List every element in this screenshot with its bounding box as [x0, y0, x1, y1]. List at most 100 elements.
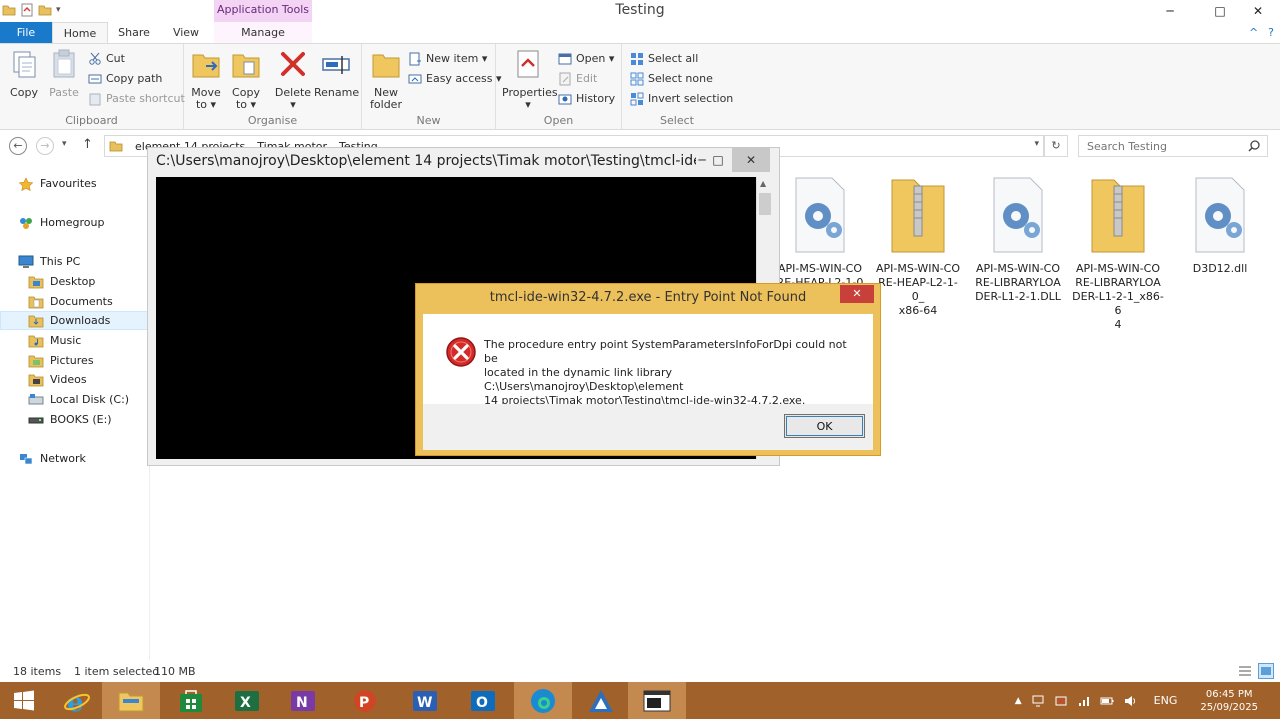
- paste-shortcut-button[interactable]: Paste shortcut: [88, 90, 185, 108]
- taskbar-internet-explorer[interactable]: e: [48, 682, 106, 719]
- folder-icon: [109, 141, 123, 152]
- nav-item-homegroup[interactable]: Homegroup: [0, 213, 148, 232]
- select-all-button[interactable]: Select all: [630, 50, 698, 68]
- details-view-icon[interactable]: [1238, 664, 1252, 678]
- signal-icon[interactable]: [1077, 694, 1091, 708]
- nav-item-books-drive[interactable]: BOOKS (E:): [0, 410, 148, 429]
- invert-selection-button[interactable]: Invert selection: [630, 90, 733, 108]
- properties-icon[interactable]: [20, 3, 34, 17]
- recent-locations-button[interactable]: ▾: [62, 139, 67, 149]
- copy-path-button[interactable]: Copy path: [88, 70, 162, 88]
- search-input[interactable]: [1079, 136, 1239, 156]
- videos-folder-icon: [28, 374, 44, 386]
- nav-item-downloads[interactable]: Downloads: [0, 311, 148, 330]
- console-close-button[interactable]: ✕: [732, 148, 770, 172]
- scroll-up-icon[interactable]: ▲: [760, 179, 766, 188]
- network-status-icon[interactable]: [1031, 694, 1045, 708]
- paste-button[interactable]: Paste: [44, 48, 84, 99]
- delete-x-icon: [281, 52, 305, 76]
- up-button[interactable]: ↑: [82, 137, 93, 152]
- back-button[interactable]: ←: [9, 137, 27, 155]
- taskbar-outlook[interactable]: O: [454, 682, 512, 719]
- new-item-button[interactable]: New item ▾: [408, 50, 487, 68]
- show-hidden-icons-button[interactable]: ▲: [1015, 696, 1022, 706]
- refresh-button[interactable]: ↻: [1044, 135, 1068, 157]
- help-icon[interactable]: ?: [1268, 26, 1274, 39]
- scrollbar-thumb[interactable]: [759, 193, 771, 215]
- copy-to-button[interactable]: Copy to ▾: [226, 48, 266, 111]
- language-indicator[interactable]: ENG: [1154, 694, 1178, 707]
- volume-icon[interactable]: [1123, 694, 1137, 708]
- tab-share[interactable]: Share: [108, 22, 160, 44]
- taskbar-powerpoint[interactable]: P: [336, 682, 394, 719]
- properties-button[interactable]: Properties ▾: [502, 48, 558, 111]
- edit-button[interactable]: Edit: [558, 70, 597, 88]
- file-name: API-MS-WIN-CO: [875, 262, 961, 275]
- nav-item-documents[interactable]: Documents: [0, 292, 148, 311]
- history-button[interactable]: History: [558, 90, 615, 108]
- address-dropdown-icon[interactable]: ▾: [1034, 139, 1039, 149]
- file-name: DER-L1-2-1.DLL: [975, 290, 1061, 303]
- search-box: [1078, 135, 1268, 157]
- documents-folder-icon: [28, 296, 44, 308]
- new-folder-button[interactable]: New folder: [366, 48, 406, 111]
- tab-manage[interactable]: Manage: [214, 22, 312, 44]
- taskbar-excel[interactable]: X: [218, 682, 276, 719]
- nav-item-desktop[interactable]: Desktop: [0, 272, 148, 291]
- file-item[interactable]: API-MS-WIN-CO RE-HEAP-L2-1-0: [774, 174, 866, 290]
- forward-button[interactable]: →: [36, 137, 54, 155]
- collapse-ribbon-icon[interactable]: ^: [1249, 26, 1258, 39]
- start-button[interactable]: [0, 682, 48, 719]
- tab-home[interactable]: Home: [52, 22, 108, 44]
- application-tools-label: Application Tools: [214, 0, 312, 22]
- paste-shortcut-icon: [89, 93, 101, 106]
- file-item[interactable]: API-MS-WIN-CO RE-LIBRARYLOA DER-L1-2-1_x…: [1072, 174, 1164, 332]
- file-item[interactable]: API-MS-WIN-CO RE-LIBRARYLOA DER-L1-2-1.D…: [972, 174, 1064, 304]
- taskbar-store[interactable]: [162, 682, 220, 719]
- battery-icon[interactable]: [1100, 694, 1114, 708]
- customize-qat-icon[interactable]: ▾: [56, 5, 61, 15]
- taskbar-tmcl-ide[interactable]: [572, 682, 630, 719]
- taskbar-edge[interactable]: [514, 682, 572, 719]
- nav-item-this-pc[interactable]: This PC: [0, 252, 148, 271]
- nav-item-music[interactable]: Music: [0, 331, 148, 350]
- edge-icon: [531, 688, 555, 713]
- search-icon[interactable]: [1247, 139, 1261, 153]
- file-item[interactable]: D3D12.dll: [1174, 174, 1266, 276]
- easy-access-button[interactable]: Easy access ▾: [408, 70, 502, 88]
- nav-item-favourites[interactable]: Favourites: [0, 174, 148, 193]
- taskbar-console-window[interactable]: [628, 682, 686, 719]
- dll-file-icon: [1195, 177, 1245, 253]
- console-maximize-button[interactable]: □: [704, 148, 732, 172]
- copy-button[interactable]: Copy: [4, 48, 44, 99]
- tab-file[interactable]: File: [0, 22, 52, 44]
- tab-view[interactable]: View: [160, 22, 212, 44]
- large-icons-view-icon[interactable]: [1258, 663, 1274, 679]
- delete-button[interactable]: Delete ▾: [273, 48, 313, 111]
- nav-item-videos[interactable]: Videos: [0, 370, 148, 389]
- invert-selection-label: Invert selection: [648, 92, 734, 105]
- taskbar-onenote[interactable]: N: [274, 682, 332, 719]
- svg-text:O: O: [476, 695, 488, 711]
- nav-item-pictures[interactable]: Pictures: [0, 351, 148, 370]
- select-none-button[interactable]: Select none: [630, 70, 713, 88]
- clock[interactable]: 06:45 PM 25/09/2025: [1200, 688, 1258, 714]
- status-bar: 18 items 1 item selected 110 MB: [0, 661, 1280, 682]
- rename-button[interactable]: Rename: [314, 48, 359, 99]
- ok-button[interactable]: OK: [784, 414, 865, 438]
- star-icon: [18, 176, 34, 191]
- cut-button[interactable]: Cut: [88, 50, 125, 68]
- new-folder-icon[interactable]: [38, 3, 52, 17]
- nav-item-local-disk[interactable]: Local Disk (C:): [0, 390, 148, 409]
- file-item[interactable]: API-MS-WIN-CO RE-HEAP-L2-1-0_ x86-64: [872, 174, 964, 318]
- nav-item-network[interactable]: Network: [0, 449, 148, 468]
- close-button[interactable]: ✕: [1236, 0, 1280, 22]
- minimize-button[interactable]: ─: [1148, 0, 1192, 22]
- taskbar-word[interactable]: W: [396, 682, 454, 719]
- taskbar-file-explorer[interactable]: [102, 682, 160, 719]
- delete-dropdown-label: ▾: [290, 98, 296, 111]
- move-to-button[interactable]: Move to ▾: [186, 48, 226, 111]
- open-button[interactable]: Open ▾: [558, 50, 614, 68]
- dialog-close-button[interactable]: ✕: [840, 285, 874, 303]
- security-icon[interactable]: [1054, 694, 1068, 708]
